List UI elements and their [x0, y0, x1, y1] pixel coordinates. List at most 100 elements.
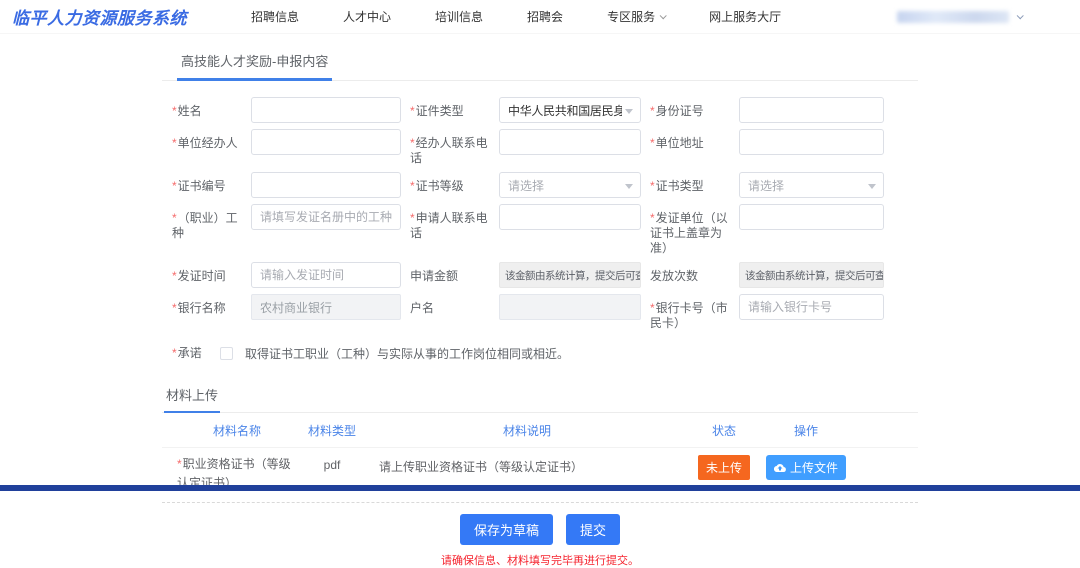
nav-item-online-service-hall[interactable]: 网上服务大厅	[709, 8, 781, 25]
required-marker: *	[172, 104, 177, 118]
status-cell: 未上传	[691, 455, 757, 480]
cert-category-select[interactable]: 请选择	[739, 172, 884, 198]
account-name-readonly	[499, 294, 641, 320]
submit-note: 请确保信息、材料填写完毕再进行提交。	[162, 552, 918, 568]
id-number-label: *身份证号	[650, 97, 730, 119]
cert-level-value: 请选择	[508, 177, 544, 194]
required-marker: *	[650, 104, 655, 118]
promise-row: *承诺 取得证书工职业（工种）与实际从事的工作岗位相同或相近。	[162, 345, 918, 362]
required-marker: *	[650, 301, 655, 315]
cert-type-value: 中华人民共和国居民身份证	[508, 102, 622, 119]
application-form: *姓名 *证件类型 中华人民共和国居民身份证 *身份证号 *单位经办人 *经办人…	[162, 97, 918, 331]
nav-item-talent-center[interactable]: 人才中心	[343, 8, 391, 25]
bank-card-label: *银行卡号（市民卡）	[650, 294, 730, 331]
agent-phone-input[interactable]	[499, 129, 641, 155]
upload-file-button[interactable]: 上传文件	[766, 455, 846, 480]
upload-file-label: 上传文件	[790, 459, 838, 476]
site-logo: 临平人力资源服务系统	[12, 4, 187, 29]
user-menu[interactable]	[897, 11, 1022, 23]
required-marker: *	[172, 136, 177, 150]
required-marker: *	[177, 457, 182, 471]
required-marker: *	[410, 104, 415, 118]
col-header-material-name: 材料名称	[177, 422, 297, 439]
promise-checkbox[interactable]	[220, 347, 233, 360]
chevron-down-icon	[868, 184, 876, 189]
chevron-down-icon	[625, 109, 633, 114]
required-marker: *	[650, 211, 655, 225]
unit-address-label: *单位地址	[650, 129, 730, 151]
issuing-unit-label: *发证单位（以证书上盖章为准）	[650, 204, 730, 256]
promise-text: 取得证书工职业（工种）与实际从事的工作岗位相同或相近。	[245, 345, 569, 362]
applicant-phone-label: *申请人联系电话	[410, 204, 490, 241]
status-badge: 未上传	[698, 455, 750, 480]
name-label: *姓名	[172, 97, 242, 119]
user-name-redacted	[897, 11, 1009, 23]
action-cell: 上传文件	[761, 455, 851, 480]
account-name-label: 户名	[410, 294, 490, 316]
nav-item-recruit-info[interactable]: 招聘信息	[251, 8, 299, 25]
tab-bar: 高技能人才奖励-申报内容	[162, 42, 918, 81]
cert-no-input[interactable]	[251, 172, 401, 198]
issue-time-input[interactable]	[251, 262, 401, 288]
col-header-material-desc: 材料说明	[367, 422, 687, 439]
footer-bar	[0, 485, 1080, 491]
nav-item-job-fair[interactable]: 招聘会	[527, 8, 563, 25]
cert-type-label: *证件类型	[410, 97, 490, 119]
nav-item-zone-services[interactable]: 专区服务	[607, 8, 665, 25]
col-header-action: 操作	[761, 422, 851, 439]
bank-card-input[interactable]	[739, 294, 884, 320]
required-marker: *	[172, 179, 177, 193]
unit-agent-input[interactable]	[251, 129, 401, 155]
material-upload-header: 材料上传	[162, 378, 918, 413]
tab-declaration-content[interactable]: 高技能人才奖励-申报内容	[177, 42, 332, 81]
chevron-down-icon	[625, 184, 633, 189]
top-nav-bar: 临平人力资源服务系统 招聘信息 人才中心 培训信息 招聘会 专区服务 网上服务大…	[0, 0, 1080, 34]
grant-times-label: 发放次数	[650, 262, 730, 284]
col-header-material-type: 材料类型	[301, 422, 363, 439]
material-desc-cell: 请上传职业资格证书（等级认定证书）	[367, 455, 687, 475]
material-table-header: 材料名称 材料类型 材料说明 状态 操作	[162, 413, 918, 447]
material-type-cell: pdf	[301, 455, 363, 472]
main-nav: 招聘信息 人才中心 培训信息 招聘会 专区服务 网上服务大厅	[251, 8, 781, 25]
required-marker: *	[410, 211, 415, 225]
required-marker: *	[650, 179, 655, 193]
grant-times-readonly: 该金额由系统计算，提交后可查看	[739, 262, 884, 288]
apply-amount-label: 申请金额	[410, 262, 490, 284]
required-marker: *	[172, 301, 177, 315]
issuing-unit-input[interactable]	[739, 204, 884, 230]
form-actions: 保存为草稿 提交	[162, 514, 918, 545]
id-number-input[interactable]	[739, 97, 884, 123]
unit-agent-label: *单位经办人	[172, 129, 242, 151]
cert-level-label: *证书等级	[410, 172, 490, 194]
bank-name-label: *银行名称	[172, 294, 242, 316]
cert-level-select[interactable]: 请选择	[499, 172, 641, 198]
save-draft-button[interactable]: 保存为草稿	[460, 514, 553, 545]
chevron-down-icon	[1017, 12, 1024, 19]
nav-item-zone-services-label: 专区服务	[607, 8, 655, 25]
required-marker: *	[172, 269, 177, 283]
bank-name-readonly: 农村商业银行	[251, 294, 401, 320]
material-upload-title: 材料上传	[164, 378, 220, 413]
required-marker: *	[410, 179, 415, 193]
cloud-upload-icon	[774, 462, 786, 474]
col-header-status: 状态	[691, 422, 757, 439]
apply-amount-readonly: 该金额由系统计算，提交后可查看	[499, 262, 641, 288]
cert-category-value: 请选择	[748, 177, 784, 194]
cert-type-select[interactable]: 中华人民共和国居民身份证	[499, 97, 641, 123]
nav-item-training-info[interactable]: 培训信息	[435, 8, 483, 25]
issue-time-label: *发证时间	[172, 262, 242, 284]
required-marker: *	[172, 211, 177, 225]
name-input[interactable]	[251, 97, 401, 123]
applicant-phone-input[interactable]	[499, 204, 641, 230]
cert-category-label: *证书类型	[650, 172, 730, 194]
occupation-input[interactable]	[251, 204, 401, 230]
table-row: *职业资格证书（等级认定证书） pdf 请上传职业资格证书（等级认定证书） 未上…	[162, 447, 918, 503]
required-marker: *	[650, 136, 655, 150]
required-marker: *	[410, 136, 415, 150]
submit-button[interactable]: 提交	[566, 514, 620, 545]
occupation-label: *（职业）工种	[172, 204, 242, 241]
cert-no-label: *证书编号	[172, 172, 242, 194]
required-marker: *	[172, 346, 177, 360]
unit-address-input[interactable]	[739, 129, 884, 155]
agent-phone-label: *经办人联系电话	[410, 129, 490, 166]
